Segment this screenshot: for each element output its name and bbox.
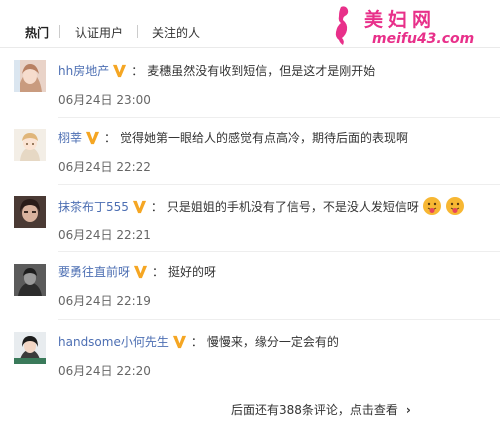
- comment-item: hh房地产：麦穗虽然没有收到短信，但是这才是刚开始 06月24日 23:00: [0, 56, 500, 126]
- comment-time: 06月24日 22:22: [58, 160, 151, 174]
- comment-divider: [58, 251, 500, 252]
- v-badge-icon: [85, 131, 100, 145]
- view-more-comments-link[interactable]: 后面还有388条评论，点击查看 ›: [231, 401, 411, 418]
- username-link[interactable]: hh房地产: [58, 64, 109, 78]
- avatar[interactable]: [14, 196, 46, 228]
- watermark-title: 美妇网: [364, 9, 437, 31]
- avatar[interactable]: [14, 332, 46, 364]
- user-avatar-icon: [14, 264, 46, 296]
- user-avatar-icon: [14, 196, 46, 228]
- comment-line: 栩莘：觉得她第一眼给人的感觉有点高冷，期待后面的表现啊: [58, 131, 409, 145]
- avatar[interactable]: [14, 264, 46, 296]
- comment-divider: [58, 184, 500, 185]
- woman-silhouette-icon: [335, 6, 349, 45]
- comment-item: 抹茶布丁555：只是姐姐的手机没有了信号，不是没人发短信呀 06月24日 22:…: [0, 191, 500, 261]
- tab-divider: [59, 25, 60, 38]
- tab-hot[interactable]: 热门: [25, 24, 49, 41]
- comment-time: 06月24日 23:00: [58, 93, 151, 107]
- comment-item: handsome小何先生：慢慢来，缘分一定会有的 06月24日 22:20: [0, 327, 500, 397]
- comment-line: hh房地产：麦穗虽然没有收到短信，但是这才是刚开始: [58, 64, 376, 78]
- comment-time: 06月24日 22:21: [58, 228, 151, 242]
- tongue-out-emoji-icon: [445, 197, 464, 215]
- chevron-right-icon: ›: [405, 403, 411, 417]
- v-badge-icon: [132, 200, 146, 214]
- comment-divider: [58, 117, 500, 118]
- tongue-out-emoji-icon: [422, 197, 441, 215]
- comment-time: 06月24日 22:19: [58, 294, 151, 308]
- tab-divider: [137, 25, 138, 38]
- username-link[interactable]: 抹茶布丁555: [58, 200, 129, 214]
- view-more-label: 后面还有388条评论，点击查看: [231, 403, 398, 417]
- comment-text: 挺好的呀: [168, 265, 217, 279]
- user-avatar-icon: [14, 60, 46, 92]
- comment-time: 06月24日 22:20: [58, 364, 151, 378]
- username-link[interactable]: 要勇往直前呀: [58, 265, 130, 279]
- comment-item: 栩莘：觉得她第一眼给人的感觉有点高冷，期待后面的表现啊 06月24日 22:22: [0, 124, 500, 194]
- v-badge-icon: [133, 265, 148, 279]
- watermark-url: meifu43.com: [372, 31, 475, 47]
- comment-divider: [58, 319, 500, 320]
- user-avatar-icon: [14, 332, 46, 364]
- tab-verified-users[interactable]: 认证用户: [75, 24, 123, 41]
- user-avatar-icon: [14, 129, 46, 161]
- username-link[interactable]: handsome小何先生: [58, 335, 169, 349]
- site-watermark: 美妇网 meifu43.com: [328, 4, 498, 48]
- comment-item: 要勇往直前呀：挺好的呀 06月24日 22:19: [0, 258, 500, 328]
- comment-line: 抹茶布丁555：只是姐姐的手机没有了信号，不是没人发短信呀: [58, 196, 465, 215]
- tab-following[interactable]: 关注的人: [152, 24, 200, 41]
- comment-text: 慢慢来，缘分一定会有的: [206, 335, 339, 349]
- username-link[interactable]: 栩莘: [58, 131, 82, 145]
- avatar[interactable]: [14, 60, 46, 92]
- comment-text: 只是姐姐的手机没有了信号，不是没人发短信呀: [166, 200, 419, 214]
- v-badge-icon: [113, 64, 127, 78]
- comment-line: 要勇往直前呀：挺好的呀: [58, 265, 217, 279]
- comment-text: 觉得她第一眼给人的感觉有点高冷，期待后面的表现啊: [120, 131, 409, 145]
- comment-text: 麦穗虽然没有收到短信，但是这才是刚开始: [147, 64, 376, 78]
- v-badge-icon: [172, 335, 186, 349]
- avatar[interactable]: [14, 129, 46, 161]
- comment-line: handsome小何先生：慢慢来，缘分一定会有的: [58, 335, 339, 349]
